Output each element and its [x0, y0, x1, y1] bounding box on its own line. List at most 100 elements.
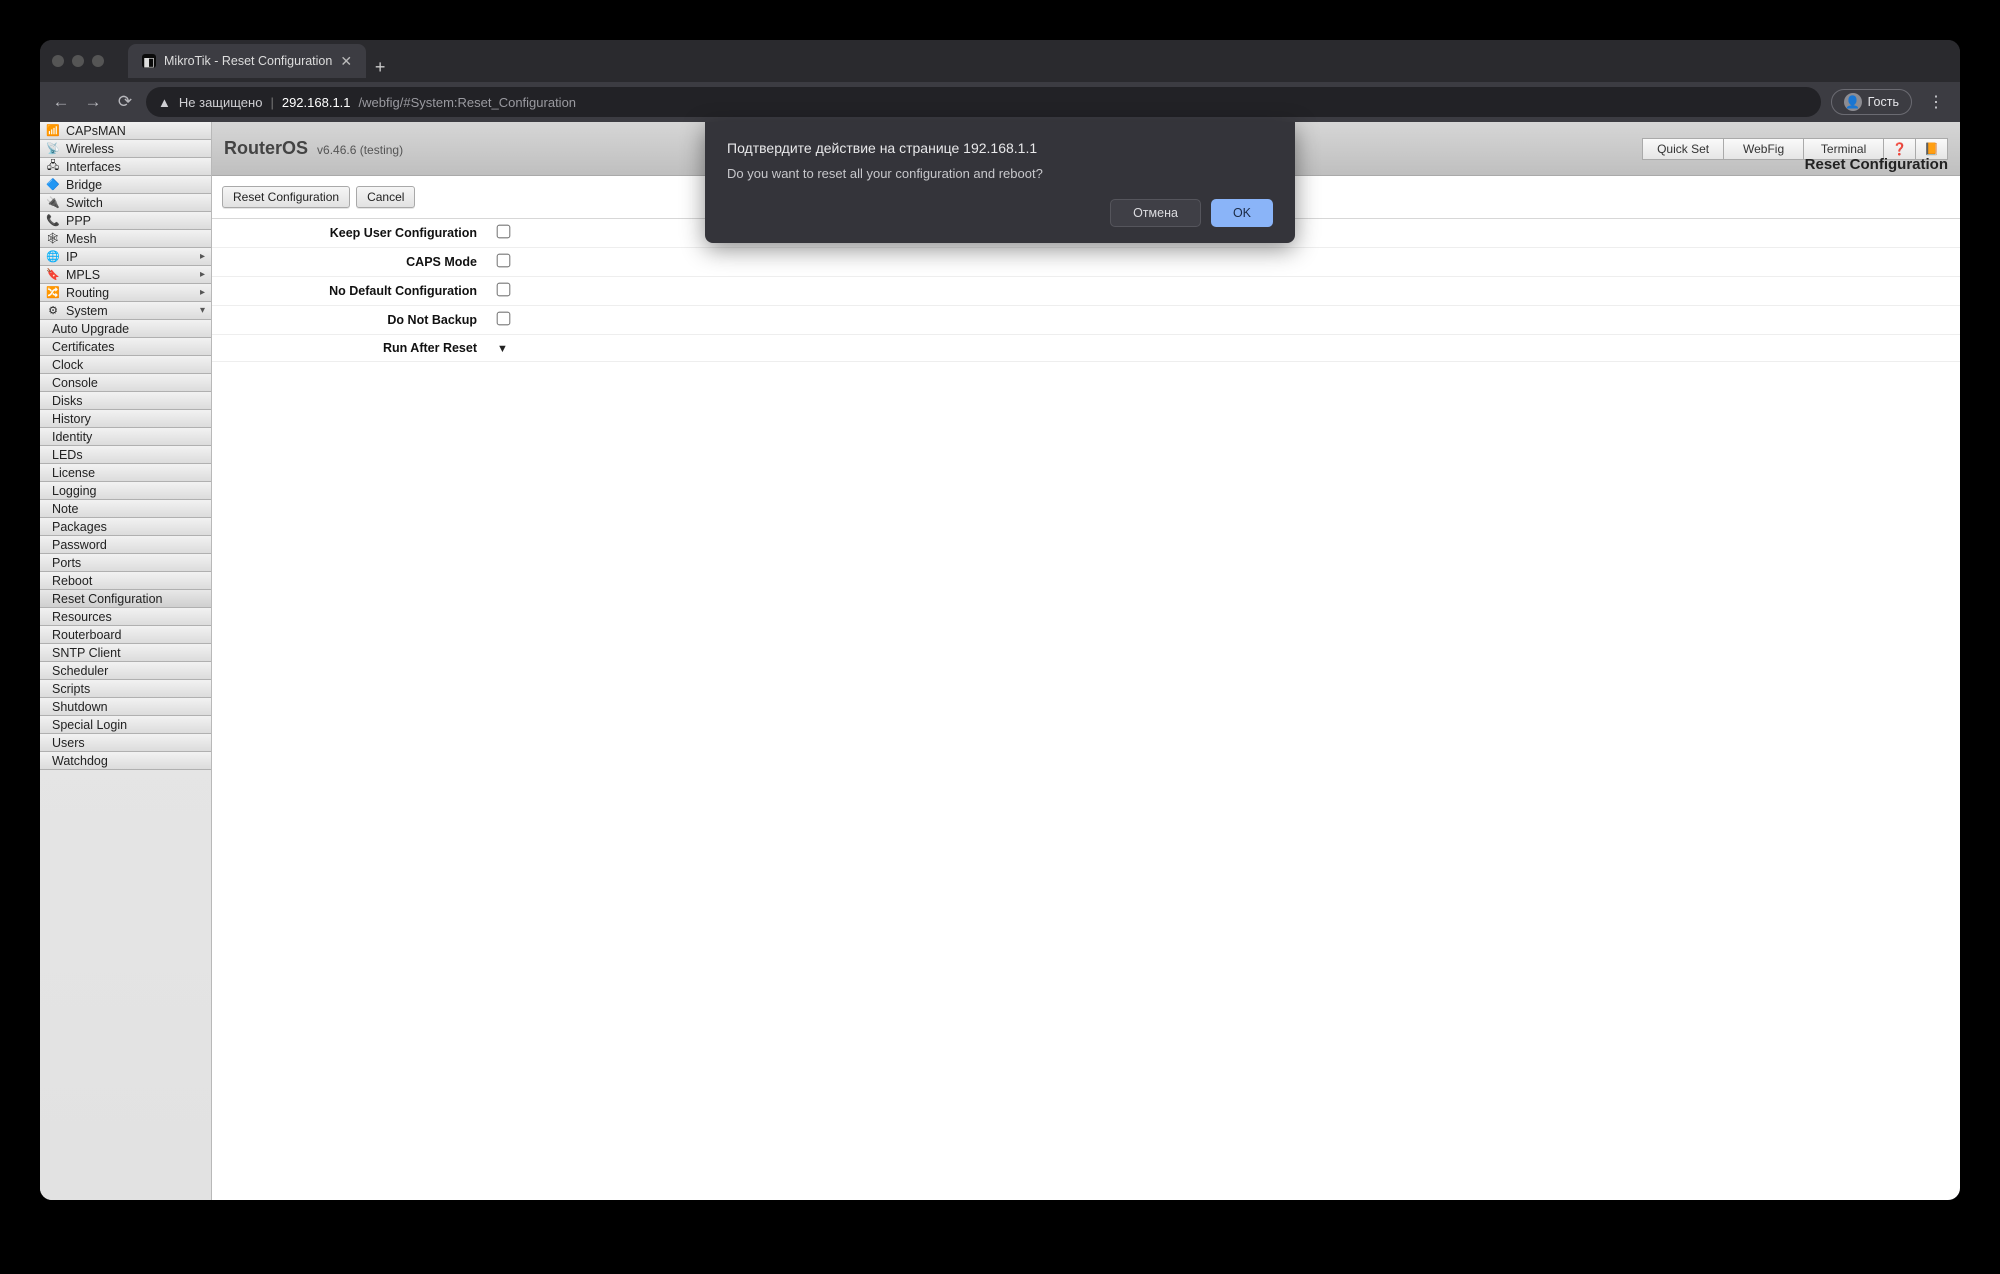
- expand-icon: ▾: [200, 305, 205, 316]
- sidebar-icon: 🖧: [46, 160, 60, 174]
- forward-button[interactable]: →: [82, 92, 104, 112]
- sidebar-sub-shutdown[interactable]: Shutdown: [40, 697, 211, 716]
- sidebar: 📶CAPsMAN📡Wireless🖧Interfaces🔷Bridge🔌Swit…: [40, 122, 212, 1200]
- browser-tab[interactable]: ◧ MikroTik - Reset Configuration ✕: [128, 44, 366, 78]
- sidebar-sub-special-login[interactable]: Special Login: [40, 715, 211, 734]
- dialog-title: Подтвердите действие на странице 192.168…: [727, 140, 1273, 156]
- tab-webfig[interactable]: WebFig: [1724, 138, 1804, 160]
- sidebar-item-ip[interactable]: 🌐IP▸: [40, 247, 211, 266]
- not-secure-icon: ▲: [158, 95, 171, 110]
- label-keep-user: Keep User Configuration: [212, 219, 487, 248]
- sidebar-sub-ports[interactable]: Ports: [40, 553, 211, 572]
- browser-toolbar: ← → ⟳ ▲ Не защищено | 292.168.1.1/webfig…: [40, 82, 1960, 122]
- expand-icon: ▸: [200, 251, 205, 262]
- new-tab-button[interactable]: +: [366, 57, 394, 78]
- dialog-ok-button[interactable]: OK: [1211, 199, 1273, 227]
- sidebar-sub-users[interactable]: Users: [40, 733, 211, 752]
- maximize-window-icon[interactable]: [92, 55, 104, 67]
- sidebar-item-bridge[interactable]: 🔷Bridge: [40, 175, 211, 194]
- sidebar-sub-sntp-client[interactable]: SNTP Client: [40, 643, 211, 662]
- checkbox-caps-mode[interactable]: [497, 254, 511, 268]
- tab-close-icon[interactable]: ✕: [340, 53, 352, 70]
- sidebar-item-capsman[interactable]: 📶CAPsMAN: [40, 122, 211, 140]
- sidebar-sub-leds[interactable]: LEDs: [40, 445, 211, 464]
- close-window-icon[interactable]: [52, 55, 64, 67]
- sidebar-sub-note[interactable]: Note: [40, 499, 211, 518]
- sidebar-sub-identity[interactable]: Identity: [40, 427, 211, 446]
- expand-icon: ▸: [200, 287, 205, 298]
- sidebar-item-interfaces[interactable]: 🖧Interfaces: [40, 157, 211, 176]
- cancel-button[interactable]: Cancel: [356, 186, 415, 208]
- profile-button[interactable]: 👤 Гость: [1831, 89, 1912, 115]
- sidebar-sub-routerboard[interactable]: Routerboard: [40, 625, 211, 644]
- sidebar-sub-scripts[interactable]: Scripts: [40, 679, 211, 698]
- not-secure-label: Не защищено: [179, 95, 263, 110]
- sidebar-item-mesh[interactable]: 🕸Mesh: [40, 229, 211, 248]
- sidebar-icon: ⚙: [46, 304, 60, 318]
- sidebar-sub-license[interactable]: License: [40, 463, 211, 482]
- sidebar-icon: 📡: [46, 142, 60, 156]
- sidebar-sub-scheduler[interactable]: Scheduler: [40, 661, 211, 680]
- sidebar-sub-resources[interactable]: Resources: [40, 607, 211, 626]
- sidebar-sub-history[interactable]: History: [40, 409, 211, 428]
- avatar-icon: 👤: [1844, 93, 1862, 111]
- sidebar-icon: 🔖: [46, 268, 60, 282]
- checkbox-no-default[interactable]: [497, 283, 511, 297]
- back-button[interactable]: ←: [50, 92, 72, 112]
- checkbox-keep-user[interactable]: [497, 225, 511, 239]
- page-viewport: 📶CAPsMAN📡Wireless🖧Interfaces🔷Bridge🔌Swit…: [40, 122, 1960, 1200]
- label-no-backup: Do Not Backup: [212, 306, 487, 335]
- sidebar-item-routing[interactable]: 🔀Routing▸: [40, 283, 211, 302]
- sidebar-icon: 🔌: [46, 196, 60, 210]
- url-host: 292.168.1.1: [282, 95, 351, 110]
- sidebar-item-switch[interactable]: 🔌Switch: [40, 193, 211, 212]
- titlebar: ◧ MikroTik - Reset Configuration ✕ +: [40, 40, 1960, 82]
- run-after-dropdown[interactable]: ▼: [497, 343, 508, 355]
- label-caps-mode: CAPS Mode: [212, 248, 487, 277]
- window-controls[interactable]: [52, 55, 104, 67]
- sidebar-sub-reboot[interactable]: Reboot: [40, 571, 211, 590]
- omnibox[interactable]: ▲ Не защищено | 292.168.1.1/webfig/#Syst…: [146, 87, 1821, 117]
- sidebar-sub-console[interactable]: Console: [40, 373, 211, 392]
- sidebar-icon: 🔀: [46, 286, 60, 300]
- sidebar-sub-password[interactable]: Password: [40, 535, 211, 554]
- sidebar-sub-auto-upgrade[interactable]: Auto Upgrade: [40, 319, 211, 338]
- sidebar-sub-watchdog[interactable]: Watchdog: [40, 751, 211, 770]
- browser-window: ◧ MikroTik - Reset Configuration ✕ + ← →…: [40, 40, 1960, 1200]
- reset-configuration-button[interactable]: Reset Configuration: [222, 186, 350, 208]
- tab-title: MikroTik - Reset Configuration: [164, 54, 332, 68]
- dialog-cancel-button[interactable]: Отмена: [1110, 199, 1201, 227]
- minimize-window-icon[interactable]: [72, 55, 84, 67]
- brand-title: RouterOS v6.46.6 (testing): [224, 138, 403, 159]
- sidebar-sub-clock[interactable]: Clock: [40, 355, 211, 374]
- sidebar-item-ppp[interactable]: 📞PPP: [40, 211, 211, 230]
- sidebar-icon: 📶: [46, 124, 60, 138]
- browser-menu-button[interactable]: ⋮: [1922, 92, 1950, 112]
- dialog-message: Do you want to reset all your configurat…: [727, 166, 1273, 181]
- tab-quickset[interactable]: Quick Set: [1642, 138, 1724, 160]
- sidebar-item-system[interactable]: ⚙System▾: [40, 301, 211, 320]
- label-no-default: No Default Configuration: [212, 277, 487, 306]
- expand-icon: ▸: [200, 269, 205, 280]
- url-path: /webfig/#System:Reset_Configuration: [359, 95, 577, 110]
- sidebar-icon: 🔷: [46, 178, 60, 192]
- sidebar-item-wireless[interactable]: 📡Wireless: [40, 139, 211, 158]
- sidebar-sub-packages[interactable]: Packages: [40, 517, 211, 536]
- version-label: v6.46.6 (testing): [317, 143, 403, 157]
- content: Reset Configuration Cancel Keep User Con…: [212, 176, 1960, 1200]
- sidebar-item-mpls[interactable]: 🔖MPLS▸: [40, 265, 211, 284]
- tab-favicon: ◧: [142, 54, 156, 68]
- page-title: Reset Configuration: [1805, 156, 1948, 173]
- sidebar-sub-logging[interactable]: Logging: [40, 481, 211, 500]
- profile-label: Гость: [1868, 95, 1899, 109]
- sidebar-icon: 📞: [46, 214, 60, 228]
- sidebar-sub-disks[interactable]: Disks: [40, 391, 211, 410]
- reload-button[interactable]: ⟳: [114, 92, 136, 112]
- checkbox-no-backup[interactable]: [497, 312, 511, 326]
- sidebar-icon: 🕸: [46, 232, 60, 246]
- sidebar-icon: 🌐: [46, 250, 60, 264]
- confirm-dialog: Подтвердите действие на странице 192.168…: [705, 122, 1295, 243]
- sidebar-sub-reset-configuration[interactable]: Reset Configuration: [40, 589, 211, 608]
- sidebar-sub-certificates[interactable]: Certificates: [40, 337, 211, 356]
- label-run-after: Run After Reset: [212, 335, 487, 362]
